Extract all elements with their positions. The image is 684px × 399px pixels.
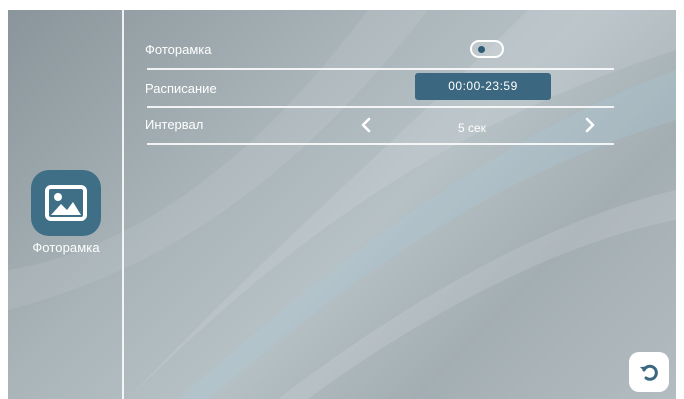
row-divider (147, 106, 614, 108)
interval-label: Интервал (145, 117, 204, 132)
photoframe-label: Фоторамка (145, 42, 212, 57)
chevron-right-icon[interactable] (584, 117, 596, 136)
schedule-time-button[interactable]: 00:00-23:59 (415, 73, 551, 100)
interval-value: 5 сек (458, 121, 486, 135)
sidebar-item-photoframe[interactable]: Фоторамка (26, 170, 106, 255)
picture-icon (31, 170, 101, 236)
row-divider (147, 143, 614, 145)
schedule-label: Расписание (145, 81, 217, 96)
photoframe-toggle[interactable] (470, 40, 504, 58)
chevron-left-icon[interactable] (360, 117, 372, 136)
row-divider (147, 68, 614, 70)
sidebar-item-label: Фоторамка (32, 240, 100, 255)
sidebar-divider (122, 10, 124, 399)
screen: Фоторамка Фоторамка Расписание 00:00-23:… (8, 10, 676, 399)
undo-arrow-icon (640, 364, 658, 381)
toggle-knob (478, 46, 485, 53)
back-button[interactable] (629, 352, 669, 392)
